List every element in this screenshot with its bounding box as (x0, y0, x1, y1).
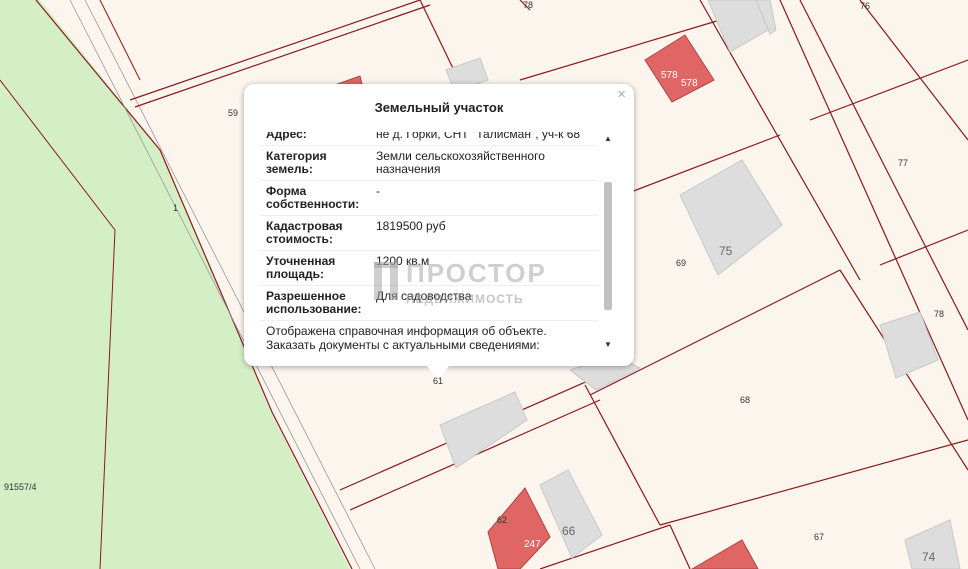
property-key: Форма собственности: (260, 180, 370, 216)
watermark-line1: ПРОСТОР (406, 258, 547, 288)
property-key: Уточненная площадь: (260, 250, 370, 286)
watermark-line2: НЕДВИЖИМОСТЬ (406, 292, 524, 306)
parcel-number: 1 (173, 203, 178, 213)
red-building-label: 247 (524, 539, 541, 550)
red-building-label: 578 (681, 78, 698, 89)
note-line: Заказать документы с актуальными сведени… (266, 338, 540, 352)
parcel-number: 69 (676, 258, 686, 268)
red-building-label: 578 (661, 70, 678, 81)
property-key: Категория земель: (260, 145, 370, 181)
parcel-number: 78 (523, 0, 533, 10)
property-key: Кадастровая стоимость: (260, 215, 370, 251)
parcel-number: 68 (740, 395, 750, 405)
popup-content[interactable]: Адрес: не д. Горки, СНТ "Талисман", уч-к… (260, 132, 616, 352)
property-value: не д. Горки, СНТ "Талисман", уч-к 68 (370, 132, 598, 146)
close-icon[interactable]: × (617, 87, 626, 103)
popup-title: Земельный участок (374, 100, 504, 115)
parcel-number: 67 (814, 532, 824, 542)
table-row: Адрес: не д. Горки, СНТ "Талисман", уч-к… (260, 132, 598, 146)
parcel-number: 91557/4 (4, 482, 37, 492)
parcel-number: 78 (934, 309, 944, 319)
watermark: ПРОСТОР НЕДВИЖИМОСТЬ (372, 258, 612, 314)
property-value: 1819500 руб (370, 215, 598, 251)
property-key: Разрешенное использование: (260, 285, 370, 321)
property-key: Адрес: (260, 132, 370, 146)
property-value: Земли сельскохозяйственного назначения (370, 145, 598, 181)
parcel-number: 76 (860, 1, 870, 11)
table-row: Форма собственности: - (260, 180, 598, 216)
table-row: Кадастровая стоимость: 1819500 руб (260, 215, 598, 251)
info-note: Отображена справочная информация об объе… (266, 324, 596, 352)
popup-scrollbar[interactable]: ▲ ▼ (602, 132, 614, 352)
popup-pointer (426, 365, 450, 379)
note-line: Отображена справочная информация об объе… (266, 324, 547, 338)
property-value: - (370, 180, 598, 216)
table-row: Категория земель: Земли сельскохозяйстве… (260, 145, 598, 181)
scroll-down-icon[interactable]: ▼ (603, 340, 613, 350)
land-plot-popup: Земельный участок × Адрес: не д. Горки, … (244, 84, 634, 379)
scroll-up-icon[interactable]: ▲ (603, 134, 613, 144)
building-number: 66 (562, 524, 576, 538)
building-number: 74 (922, 550, 936, 564)
parcel-number: 62 (497, 515, 507, 525)
building-number: 75 (719, 244, 733, 258)
parcel-number: 77 (898, 158, 908, 168)
watermark-logo-icon (374, 262, 398, 300)
parcel-number: 59 (228, 108, 238, 118)
